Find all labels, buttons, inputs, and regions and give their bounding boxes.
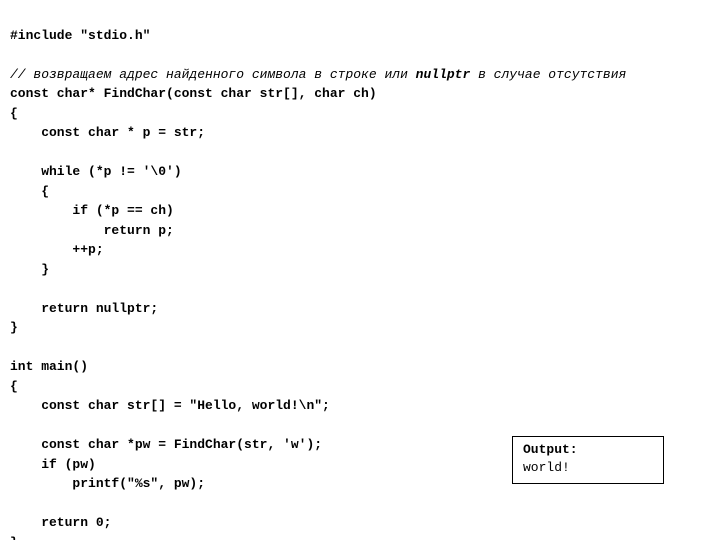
code-line: while (*p != '\0') — [10, 164, 182, 179]
code-line: int main() — [10, 359, 88, 374]
comment-text: // возвращаем адрес найденного символа в… — [10, 67, 416, 82]
code-line: ++p; — [10, 242, 104, 257]
comment-line: // возвращаем адрес найденного символа в… — [10, 67, 626, 82]
code-line: const char* FindChar(const char str[], c… — [10, 86, 377, 101]
comment-keyword: nullptr — [416, 67, 471, 82]
code-line: { — [10, 106, 18, 121]
code-line: printf("%s", pw); — [10, 476, 205, 491]
output-box: Output: world! — [512, 436, 664, 484]
code-line: if (*p == ch) — [10, 203, 174, 218]
comment-text: в случае отсутствия — [470, 67, 626, 82]
code-line: if (pw) — [10, 457, 96, 472]
code-line: } — [10, 535, 18, 540]
code-line: return nullptr; — [10, 301, 158, 316]
code-line: } — [10, 320, 18, 335]
code-line: return p; — [10, 223, 174, 238]
code-line: return 0; — [10, 515, 111, 530]
code-line: { — [10, 184, 49, 199]
code-line: { — [10, 379, 18, 394]
code-line: const char *pw = FindChar(str, 'w'); — [10, 437, 322, 452]
code-line: #include "stdio.h" — [10, 28, 150, 43]
output-label: Output: — [523, 441, 653, 459]
code-line: const char str[] = "Hello, world!\n"; — [10, 398, 330, 413]
code-line: } — [10, 262, 49, 277]
output-text: world! — [523, 459, 653, 477]
code-line: const char * p = str; — [10, 125, 205, 140]
